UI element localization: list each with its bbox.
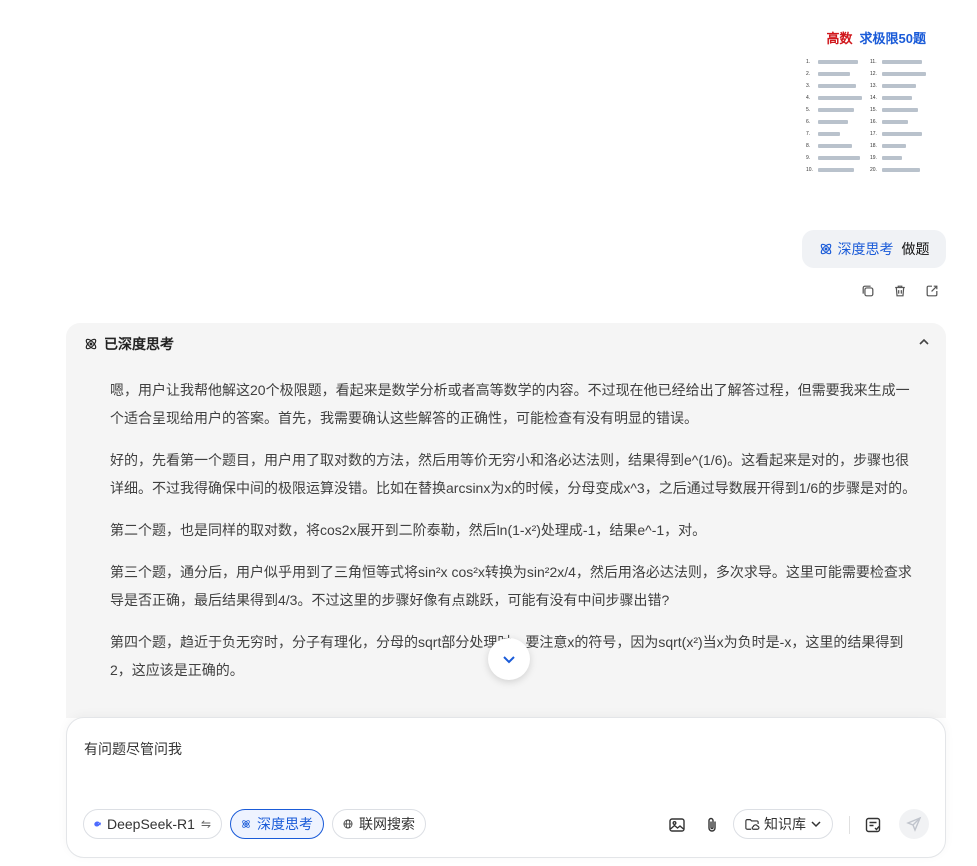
formula-row: 1.: [806, 56, 862, 68]
formula-row: 10.: [806, 164, 862, 176]
image-title-blue: 求极限50题: [859, 31, 926, 46]
think-paragraph: 嗯，用户让我帮他解这20个极限题，看起来是数学分析或者高等数学的内容。不过现在他…: [110, 382, 910, 426]
web-search-toggle[interactable]: 联网搜索: [332, 809, 426, 839]
swap-icon: ⇋: [200, 817, 211, 831]
toolbar-divider: [849, 816, 850, 834]
formula-row: 20.: [870, 164, 926, 176]
formula-row: 12.: [870, 68, 926, 80]
send-button[interactable]: [899, 809, 929, 839]
knowledge-base-select[interactable]: 知识库: [733, 809, 833, 839]
user-message-bubble: 深度思考 做题: [802, 230, 946, 268]
formula-row: 9.: [806, 152, 862, 164]
send-icon: [906, 816, 922, 832]
image-upload-icon[interactable]: [667, 815, 687, 835]
formula-list-right: 11. 12. 13. 14. 15. 16. 17. 18. 19. 20.: [870, 56, 926, 176]
formula-row: 6.: [806, 116, 862, 128]
formula-row: 14.: [870, 92, 926, 104]
delete-icon[interactable]: [892, 283, 908, 299]
prompt-template-icon[interactable]: [863, 815, 883, 835]
deep-think-toggle[interactable]: 深度思考: [230, 809, 324, 839]
formula-row: 2.: [806, 68, 862, 80]
user-deep-think-label: 深度思考: [837, 241, 894, 257]
user-deep-think-tag: 深度思考: [819, 239, 894, 259]
formula-row: 13.: [870, 80, 926, 92]
model-label: DeepSeek-R1: [107, 816, 195, 832]
think-header[interactable]: 已深度思考: [84, 334, 174, 354]
formula-row: 19.: [870, 152, 926, 164]
formula-row: 16.: [870, 116, 926, 128]
think-header-label: 已深度思考: [104, 336, 174, 352]
atom-icon: [820, 243, 831, 255]
chevron-down-icon: [503, 656, 515, 664]
think-paragraph: 第三个题，通分后，用户似乎用到了三角恒等式将sin²x cos²x转换为sin²…: [110, 564, 912, 608]
deep-think-label: 深度思考: [257, 816, 313, 832]
globe-icon: [343, 819, 353, 829]
formula-list-left: 1. 2. 3. 4. 5. 6. 7. 8. 9. 10.: [806, 56, 862, 176]
share-icon[interactable]: [924, 283, 940, 299]
chat-input-box[interactable]: 有问题尽管问我 DeepSeek-R1 ⇋ 深度思考 联网搜索 知识库: [66, 717, 946, 858]
deepseek-whale-icon: [94, 821, 101, 827]
atom-icon: [242, 820, 250, 828]
chevron-up-icon[interactable]: [916, 334, 932, 350]
chevron-down-icon: [811, 821, 821, 828]
formula-row: 17.: [870, 128, 926, 140]
user-uploaded-image[interactable]: 高数 求极限50题 1. 2. 3. 4. 5. 6. 7. 8. 9. 10. …: [802, 22, 932, 208]
chat-input[interactable]: 有问题尽管问我: [84, 739, 182, 759]
atom-icon: [85, 338, 97, 350]
message-actions: [860, 283, 940, 299]
user-message-text: 做题: [901, 241, 930, 257]
attachment-icon[interactable]: [702, 815, 722, 835]
image-title-red: 高数: [826, 31, 853, 46]
knowledge-base-label: 知识库: [764, 816, 806, 832]
formula-row: 3.: [806, 80, 862, 92]
formula-row: 11.: [870, 56, 926, 68]
formula-row: 7.: [806, 128, 862, 140]
model-select-button[interactable]: DeepSeek-R1 ⇋: [83, 809, 222, 839]
think-paragraph: 第二个题，也是同样的取对数，将cos2x展开到二阶泰勒，然后ln(1-x²)处理…: [110, 522, 707, 538]
formula-row: 18.: [870, 140, 926, 152]
copy-icon[interactable]: [860, 283, 876, 299]
formula-row: 4.: [806, 92, 862, 104]
formula-row: 15.: [870, 104, 926, 116]
folder-cloud-icon: [745, 819, 760, 830]
formula-row: 8.: [806, 140, 862, 152]
web-search-label: 联网搜索: [359, 816, 415, 832]
formula-row: 5.: [806, 104, 862, 116]
scroll-to-bottom-button[interactable]: [488, 638, 530, 680]
think-paragraph: 好的，先看第一个题目，用户用了取对数的方法，然后用等价无穷小和洛必达法则，结果得…: [110, 452, 917, 496]
image-title: 高数 求极限50题: [827, 28, 926, 47]
